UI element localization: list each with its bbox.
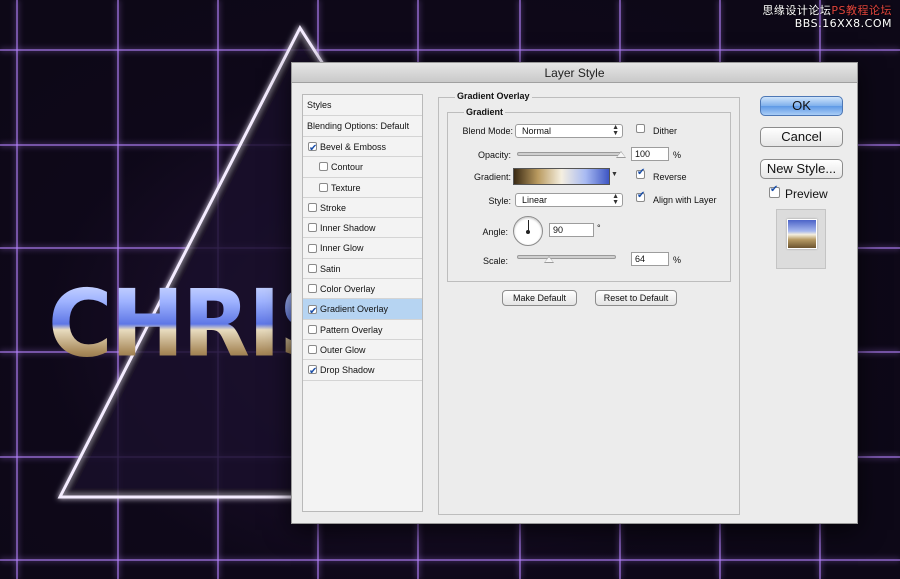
chrome-artwork-text: CHRIS bbox=[48, 270, 308, 380]
layer-style-dialog: Layer Style Styles Blending Options: Def… bbox=[291, 62, 858, 524]
style-checkbox[interactable] bbox=[308, 302, 317, 322]
blend-mode-select[interactable]: Normal ▲ ▼ bbox=[515, 124, 623, 138]
reverse-label: Reverse bbox=[653, 172, 687, 182]
style-item-label: Bevel & Emboss bbox=[320, 142, 387, 152]
angle-dial[interactable] bbox=[513, 216, 543, 246]
style-item-inner-shadow[interactable]: Inner Shadow bbox=[303, 218, 422, 239]
style-select[interactable]: Linear ▲ ▼ bbox=[515, 193, 623, 207]
make-default-button[interactable]: Make Default bbox=[502, 290, 577, 306]
style-item-label: Drop Shadow bbox=[320, 365, 375, 376]
style-item-texture[interactable]: Texture bbox=[303, 178, 422, 198]
scale-input[interactable]: 64 bbox=[631, 252, 669, 266]
select-arrows-icon: ▲ ▼ bbox=[612, 193, 619, 206]
style-item-label: Stroke bbox=[320, 202, 347, 213]
gradient-label: Gradient: bbox=[473, 172, 511, 182]
style-item-label: Color Overlay bbox=[320, 284, 376, 295]
angle-label: Angle: bbox=[482, 227, 508, 237]
style-checkbox[interactable] bbox=[308, 324, 317, 334]
scale-slider-thumb[interactable] bbox=[543, 256, 554, 263]
reset-to-default-button[interactable]: Reset to Default bbox=[595, 290, 677, 306]
style-item-pattern-overlay[interactable]: Pattern Overlay bbox=[303, 320, 422, 340]
style-item-label: Contour bbox=[331, 162, 364, 173]
dither-label: Dither bbox=[653, 126, 678, 136]
opacity-slider-thumb[interactable] bbox=[616, 151, 626, 158]
angle-input[interactable]: 90 bbox=[549, 223, 594, 237]
group-title: Gradient bbox=[464, 107, 506, 117]
style-item-outer-glow[interactable]: Outer Glow bbox=[303, 340, 422, 361]
scale-slider-track[interactable] bbox=[517, 255, 616, 259]
opacity-label: Opacity: bbox=[477, 150, 511, 160]
opacity-slider-track[interactable] bbox=[517, 152, 621, 156]
gradient-dropdown-icon[interactable]: ▼ bbox=[611, 171, 618, 178]
section-title: Gradient Overlay bbox=[455, 91, 532, 101]
align-with-layer-label: Align with Layer bbox=[653, 195, 717, 205]
style-checkbox[interactable] bbox=[308, 345, 317, 355]
style-item-satin[interactable]: Satin bbox=[303, 259, 422, 280]
style-checkbox[interactable] bbox=[308, 203, 317, 213]
scale-label: Scale: bbox=[482, 256, 508, 266]
style-checkbox[interactable] bbox=[308, 139, 317, 159]
style-checkbox[interactable] bbox=[319, 182, 328, 192]
style-checkbox[interactable] bbox=[319, 162, 328, 172]
preview-label: Preview bbox=[785, 187, 828, 201]
style-item-contour[interactable]: Contour bbox=[303, 157, 422, 178]
opacity-input[interactable]: 100 bbox=[631, 147, 669, 161]
site-watermark: 思缘设计论坛PS教程论坛 BBS.16XX8.COM bbox=[762, 4, 892, 30]
reverse-checkbox[interactable] bbox=[636, 167, 645, 179]
ok-button[interactable]: OK bbox=[760, 96, 843, 116]
style-item-bevel-emboss[interactable]: Bevel & Emboss bbox=[303, 137, 422, 159]
styles-header[interactable]: Styles bbox=[303, 95, 422, 116]
opacity-unit: % bbox=[673, 150, 682, 160]
style-item-stroke[interactable]: Stroke bbox=[303, 198, 422, 219]
dialog-title[interactable]: Layer Style bbox=[292, 63, 857, 83]
style-checkbox[interactable] bbox=[308, 243, 317, 253]
style-item-label: Inner Shadow bbox=[320, 223, 376, 234]
cancel-button[interactable]: Cancel bbox=[760, 127, 843, 147]
style-item-inner-glow[interactable]: Inner Glow bbox=[303, 238, 422, 259]
blend-mode-label: Blend Mode: bbox=[462, 126, 513, 136]
style-item-label: Gradient Overlay bbox=[320, 304, 389, 315]
style-item-color-overlay[interactable]: Color Overlay bbox=[303, 279, 422, 300]
select-arrows-icon: ▲ ▼ bbox=[612, 124, 619, 137]
preview-checkbox[interactable] bbox=[769, 184, 780, 198]
blend-mode-value: Normal bbox=[522, 126, 552, 136]
style-checkbox[interactable] bbox=[308, 223, 317, 233]
dither-checkbox[interactable] bbox=[636, 124, 645, 133]
style-item-drop-shadow[interactable]: Drop Shadow bbox=[303, 360, 422, 382]
gradient-overlay-panel: Gradient Overlay Gradient Blend Mode: No… bbox=[438, 91, 740, 515]
gradient-group: Gradient Blend Mode: Normal ▲ ▼ Dither Op… bbox=[447, 107, 731, 282]
blending-options-item[interactable]: Blending Options: Default bbox=[303, 116, 422, 137]
style-item-label: Pattern Overlay bbox=[320, 324, 383, 335]
new-style-button[interactable]: New Style... bbox=[760, 159, 843, 179]
preview-swatch bbox=[787, 219, 817, 249]
angle-dial-center bbox=[526, 230, 530, 234]
style-item-label: Texture bbox=[331, 182, 361, 193]
style-item-label: Satin bbox=[320, 263, 341, 274]
style-preview-thumbnail bbox=[776, 209, 826, 269]
scale-unit: % bbox=[673, 255, 682, 265]
style-value: Linear bbox=[522, 195, 548, 205]
style-item-label: Outer Glow bbox=[320, 344, 366, 355]
style-label: Style: bbox=[488, 196, 511, 206]
style-checkbox[interactable] bbox=[308, 284, 317, 294]
style-item-label: Inner Glow bbox=[320, 243, 364, 254]
style-item-gradient-overlay[interactable]: Gradient Overlay bbox=[303, 299, 422, 322]
style-checkbox[interactable] bbox=[308, 362, 317, 382]
align-with-layer-checkbox[interactable] bbox=[636, 190, 645, 202]
styles-list: Styles Blending Options: Default Bevel &… bbox=[302, 94, 423, 512]
angle-unit: ° bbox=[597, 223, 601, 233]
gradient-picker-swatch[interactable] bbox=[513, 168, 610, 185]
style-checkbox[interactable] bbox=[308, 263, 317, 273]
